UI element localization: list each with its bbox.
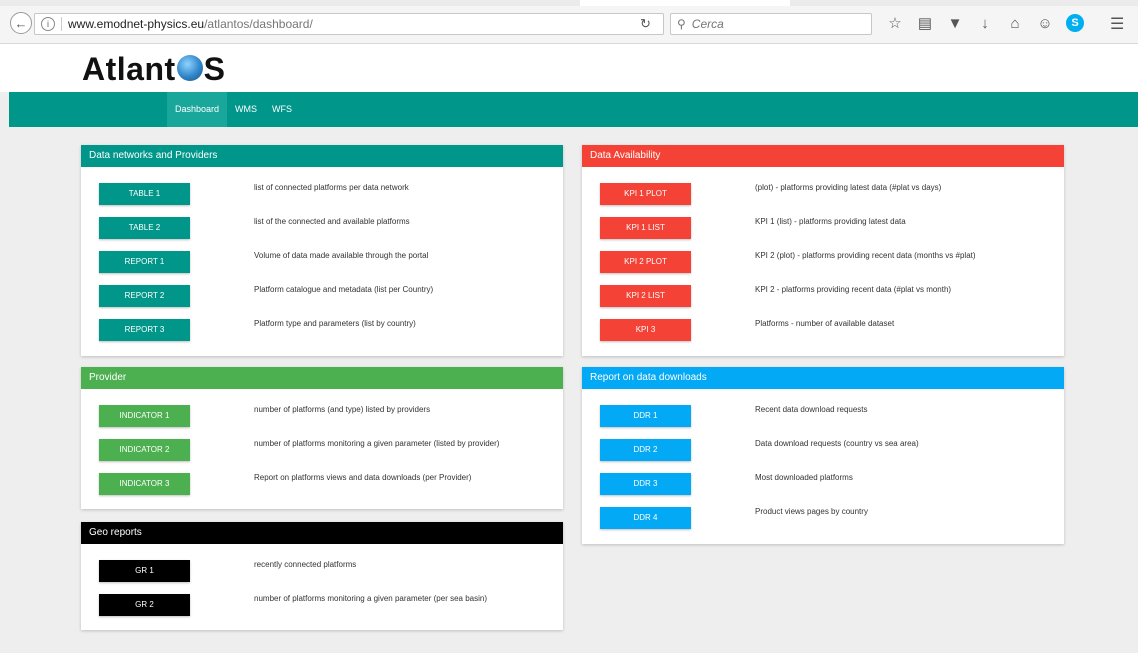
list-item: DDR 4 Product views pages by country (600, 507, 868, 529)
logo-text-end: S (203, 50, 226, 87)
indicator-1-button[interactable]: INDICATOR 1 (99, 405, 190, 427)
list-item: DDR 2 Data download requests (country vs … (600, 439, 919, 461)
bookmark-star-icon[interactable]: ☆ (880, 14, 910, 32)
browser-tool-icons: ☆ ▤ ▼ ↓ ⌂ ☺ S (880, 12, 1090, 34)
browser-toolbar: ← i www.emodnet-physics.eu/atlantos/dash… (0, 0, 1138, 44)
list-item: REPORT 2 Platform catalogue and metadata … (99, 285, 433, 307)
row-description: KPI 2 (plot) - platforms providing recen… (755, 251, 976, 260)
row-description: KPI 1 (list) - platforms providing lates… (755, 217, 906, 226)
list-item: REPORT 1 Volume of data made available th… (99, 251, 428, 273)
list-item: KPI 3 Platforms - number of available dat… (600, 319, 894, 341)
url-bar[interactable]: i www.emodnet-physics.eu/atlantos/dashbo… (34, 13, 664, 35)
pocket-icon[interactable]: ▼ (940, 15, 970, 32)
row-description: number of platforms monitoring a given p… (254, 439, 500, 448)
kpi-3-button[interactable]: KPI 3 (600, 319, 691, 341)
gr-2-button[interactable]: GR 2 (99, 594, 190, 616)
kpi-2-plot-button[interactable]: KPI 2 PLOT (600, 251, 691, 273)
skype-icon[interactable]: S (1066, 14, 1084, 32)
row-description: number of platforms (and type) listed by… (254, 405, 431, 414)
globe-icon (176, 55, 203, 81)
row-description: Platform type and parameters (list by co… (254, 319, 416, 328)
panel-title: Report on data downloads (582, 367, 1064, 389)
kpi-1-list-button[interactable]: KPI 1 LIST (600, 217, 691, 239)
row-description: Recent data download requests (755, 405, 868, 414)
browser-search-box[interactable]: ⚲ (670, 13, 872, 35)
list-item: INDICATOR 2 number of platforms monitorin… (99, 439, 499, 461)
active-tab[interactable] (580, 0, 790, 6)
kpi-1-plot-button[interactable]: KPI 1 PLOT (600, 183, 691, 205)
panel-title: Provider (81, 367, 563, 389)
row-description: Data download requests (country vs sea a… (755, 439, 919, 448)
row-description: Platforms - number of available dataset (755, 319, 895, 328)
panel-title: Data networks and Providers (81, 145, 563, 167)
list-item: KPI 1 PLOT (plot) - platforms providing l… (600, 183, 941, 205)
list-item: DDR 1 Recent data download requests (600, 405, 868, 427)
list-item: KPI 2 LIST KPI 2 - platforms providing re… (600, 285, 951, 307)
indicator-3-button[interactable]: INDICATOR 3 (99, 473, 190, 495)
url-path: /atlantos/dashboard/ (204, 17, 313, 31)
row-description: Volume of data made available through th… (254, 251, 429, 260)
indicator-2-button[interactable]: INDICATOR 2 (99, 439, 190, 461)
panel-data-networks: Data networks and Providers TABLE 1 list … (81, 145, 563, 356)
ddr-4-button[interactable]: DDR 4 (600, 507, 691, 529)
row-description: recently connected platforms (254, 560, 357, 569)
row-description: Product views pages by country (755, 507, 868, 516)
browser-search-input[interactable] (691, 17, 862, 31)
tab-strip (0, 0, 1138, 6)
back-icon[interactable]: ← (10, 12, 32, 34)
atlantos-logo[interactable]: Atlant S (82, 50, 226, 88)
panel-geo-reports: Geo reports GR 1 recently connected platf… (81, 522, 563, 630)
panel-provider: Provider INDICATOR 1 number of platforms … (81, 367, 563, 509)
list-item: TABLE 2 list of the connected and availab… (99, 217, 410, 239)
list-item: DDR 3 Most downloaded platforms (600, 473, 853, 495)
row-description: Platform catalogue and metadata (list pe… (254, 285, 434, 294)
panel-data-downloads: Report on data downloads DDR 1 Recent dat… (582, 367, 1064, 544)
list-item: REPORT 3 Platform type and parameters (li… (99, 319, 416, 341)
row-description: list of connected platforms per data net… (254, 183, 409, 192)
list-item: GR 2 number of platforms monitoring a giv… (99, 594, 487, 616)
site-header: Atlant S (0, 44, 1138, 92)
list-item: INDICATOR 3 Report on platforms views and… (99, 473, 471, 495)
row-description: list of the connected and available plat… (254, 217, 410, 226)
nav-dashboard[interactable]: Dashboard (167, 92, 228, 127)
kpi-2-list-button[interactable]: KPI 2 LIST (600, 285, 691, 307)
list-item: INDICATOR 1 number of platforms (and type… (99, 405, 430, 427)
row-description: Report on platforms views and data downl… (254, 473, 472, 482)
ddr-2-button[interactable]: DDR 2 (600, 439, 691, 461)
url-domain: www.emodnet-physics.eu (68, 17, 205, 31)
table-1-button[interactable]: TABLE 1 (99, 183, 190, 205)
hamburger-menu-icon[interactable]: ☰ (1110, 14, 1124, 34)
table-2-button[interactable]: TABLE 2 (99, 217, 190, 239)
ddr-1-button[interactable]: DDR 1 (600, 405, 691, 427)
download-icon[interactable]: ↓ (970, 15, 1000, 32)
page: Atlant S Dashboard WMS WFS Data networks … (0, 44, 1138, 653)
reload-icon[interactable]: ↻ (640, 16, 651, 32)
nav-wms[interactable]: WMS (227, 92, 265, 127)
info-icon[interactable]: i (41, 17, 55, 31)
row-description: Most downloaded platforms (755, 473, 853, 482)
report-1-button[interactable]: REPORT 1 (99, 251, 190, 273)
logo-text-start: Atlant (82, 50, 176, 87)
panel-title: Data Availability (582, 145, 1064, 167)
reading-list-icon[interactable]: ▤ (910, 14, 940, 32)
search-icon: ⚲ (677, 17, 686, 31)
home-icon[interactable]: ⌂ (1000, 15, 1030, 32)
report-2-button[interactable]: REPORT 2 (99, 285, 190, 307)
row-description: KPI 2 - platforms providing recent data … (755, 285, 952, 294)
list-item: TABLE 1 list of connected platforms per d… (99, 183, 409, 205)
row-description: (plot) - platforms providing latest data… (755, 183, 942, 192)
nav-wfs[interactable]: WFS (264, 92, 300, 127)
url-separator (61, 17, 62, 31)
ddr-3-button[interactable]: DDR 3 (600, 473, 691, 495)
report-3-button[interactable]: REPORT 3 (99, 319, 190, 341)
list-item: GR 1 recently connected platforms (99, 560, 356, 582)
list-item: KPI 2 PLOT KPI 2 (plot) - platforms provi… (600, 251, 976, 273)
smiley-icon[interactable]: ☺ (1030, 15, 1060, 32)
panel-data-availability: Data Availability KPI 1 PLOT (plot) - pla… (582, 145, 1064, 356)
gr-1-button[interactable]: GR 1 (99, 560, 190, 582)
row-description: number of platforms monitoring a given p… (254, 594, 487, 603)
main-navbar: Dashboard WMS WFS (9, 92, 1138, 127)
panel-title: Geo reports (81, 522, 563, 544)
list-item: KPI 1 LIST KPI 1 (list) - platforms provi… (600, 217, 906, 239)
